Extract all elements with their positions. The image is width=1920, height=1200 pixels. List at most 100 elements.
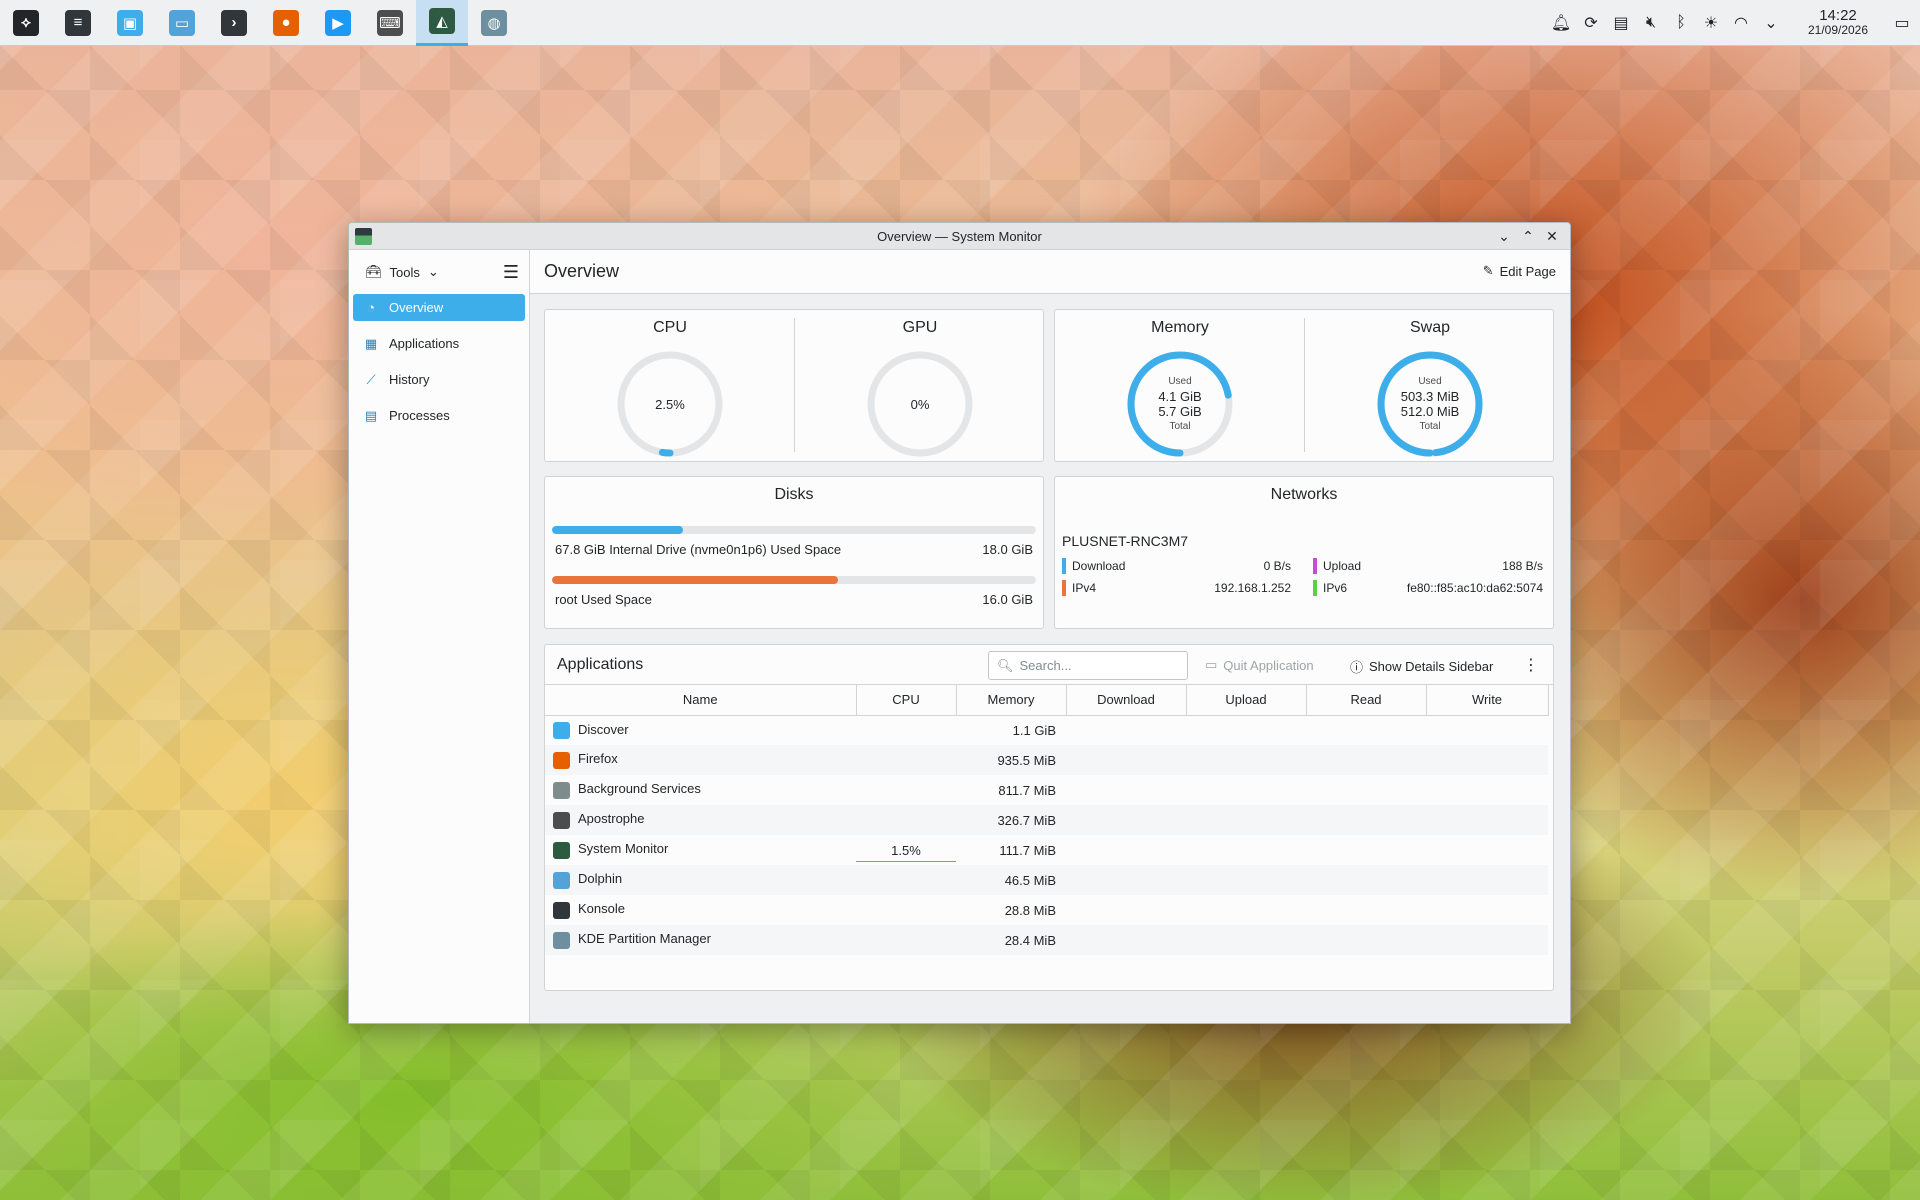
chevron-up-icon[interactable]: ⌄ [1756, 13, 1786, 33]
toolbox-icon: 🧰︎ [365, 264, 382, 279]
taskbar-discover[interactable]: ▣ [104, 0, 156, 46]
column-header-upload[interactable]: Upload [1186, 685, 1307, 716]
volume-muted-icon[interactable]: 🔇︎ [1636, 14, 1666, 32]
pencil-icon: ✎ [1482, 263, 1494, 278]
app-empty-cell [1066, 925, 1186, 955]
app-cpu [856, 865, 956, 895]
sidebar-item-history[interactable]: ⟋ History [353, 366, 525, 393]
app-empty-cell [1186, 865, 1306, 895]
close-button[interactable]: ✕ [1540, 228, 1564, 245]
column-header-download[interactable]: Download [1066, 685, 1187, 716]
wifi-icon[interactable]: ◠ [1726, 13, 1756, 33]
edit-page-button[interactable]: ✎ Edit Page [1483, 263, 1556, 279]
hamburger-menu-icon[interactable]: ☰ [503, 262, 519, 283]
more-options-icon[interactable]: ⋮ [1523, 655, 1539, 675]
notifications-icon[interactable]: 🔔︎ [1546, 13, 1576, 33]
cpu-value: 2.5% [655, 396, 685, 412]
taskbar-firefox[interactable]: ● [260, 0, 312, 46]
app-name: KDE Partition Manager [578, 931, 711, 947]
app-name: System Monitor [578, 841, 669, 857]
maximize-button[interactable]: ⌃ [1516, 228, 1540, 245]
taskbar: ⟡ ≡ ▣ ▭ › ● ▶ ⌨ ◭ ◍ 🔔︎ ⟳ ▤ 🔇︎ ᛒ ☀ ◠ ⌄ 14:22 21/09… [0, 0, 1920, 46]
tools-button[interactable]: 🧰︎ Tools ⌄ [359, 260, 445, 284]
networks-card: Networks PLUSNET-RNC3M7 Download 0 B/s U… [1054, 476, 1554, 629]
app-empty-cell [1186, 715, 1306, 745]
app-name-cell: Discover [545, 715, 856, 745]
app-name: Background Services [578, 781, 701, 797]
app-empty-cell [1306, 775, 1426, 805]
show-details-sidebar-button[interactable]: ⓘ Show Details Sidebar [1350, 657, 1493, 676]
brightness-icon[interactable]: ☀ [1696, 13, 1726, 33]
quit-application-button[interactable]: ▭ Quit Application [1205, 657, 1314, 673]
titlebar[interactable]: Overview — System Monitor ⌄ ⌃ ✕ [349, 223, 1570, 250]
memory-swap-card: Memory Used 4.1 GiB 5.7 GiB Total Swap U… [1054, 309, 1554, 462]
app-empty-cell [1306, 895, 1426, 925]
app-name: Firefox [578, 751, 618, 767]
updates-icon[interactable]: ⟳ [1576, 13, 1606, 33]
table-row[interactable]: Discover 1.1 GiB [545, 715, 1548, 745]
sidebar-item-applications[interactable]: ▦ Applications [353, 330, 525, 357]
show-desktop-icon[interactable]: ▭ [1884, 13, 1920, 33]
firefox-icon: ● [273, 9, 299, 36]
app-empty-cell [1066, 895, 1186, 925]
history-icon: ⟋ [366, 371, 376, 387]
system-monitor-icon[interactable] [355, 228, 372, 245]
app-empty-cell [1426, 865, 1548, 895]
processes-icon: ▤ [364, 407, 378, 423]
table-row[interactable]: Background Services 811.7 MiB [545, 775, 1548, 805]
table-row[interactable]: Dolphin 46.5 MiB [545, 865, 1548, 895]
app-name-cell: Dolphin [545, 865, 856, 895]
show-details-label: Show Details Sidebar [1369, 659, 1494, 674]
gpu-value: 0% [910, 396, 930, 412]
taskbar-launcher[interactable]: ⟡ [0, 0, 52, 46]
column-header-name[interactable]: Name [545, 685, 857, 716]
discover-icon [553, 721, 570, 739]
swap-total-value: 512.0 MiB [1400, 404, 1460, 419]
dolphin-icon: ▭ [169, 9, 195, 36]
search-field[interactable]: 🔍︎ [988, 651, 1188, 680]
column-header-memory[interactable]: Memory [956, 685, 1067, 716]
swap-total-label: Total [1419, 421, 1441, 432]
table-row[interactable]: System Monitor 1.5% 111.7 MiB [545, 835, 1548, 865]
app-empty-cell [1426, 715, 1548, 745]
system-settings-icon: ≡ [65, 9, 91, 36]
disk-value: 18.0 GiB [982, 542, 1033, 557]
table-row[interactable]: Firefox 935.5 MiB [545, 745, 1548, 775]
app-empty-cell [1186, 775, 1306, 805]
minimize-button[interactable]: ⌄ [1492, 228, 1516, 245]
table-row[interactable]: Konsole 28.8 MiB [545, 895, 1548, 925]
app-name: Dolphin [578, 871, 623, 887]
table-row[interactable]: KDE Partition Manager 28.4 MiB [545, 925, 1548, 955]
taskbar-media-player[interactable]: ▶ [312, 0, 364, 46]
taskbar-konsole[interactable]: › [208, 0, 260, 46]
app-empty-cell [1426, 835, 1548, 865]
clipboard-icon[interactable]: ▤ [1606, 13, 1636, 33]
search-input[interactable] [1019, 658, 1180, 673]
sidebar-item-label: History [389, 372, 430, 387]
gpu-title: GPU [902, 319, 938, 336]
apostrophe-icon: ⌨ [377, 9, 403, 36]
taskbar-system-monitor[interactable]: ◭ [416, 0, 468, 46]
page-title: Overview [544, 261, 620, 281]
digital-clock[interactable]: 14:22 21/09/2026 [1792, 8, 1884, 38]
app-memory: 111.7 MiB [999, 842, 1056, 858]
column-header-write[interactable]: Write [1426, 685, 1549, 716]
bluetooth-icon[interactable]: ᛒ [1666, 14, 1696, 32]
column-header-cpu[interactable]: CPU [856, 685, 957, 716]
taskbar-apostrophe[interactable]: ⌨ [364, 0, 416, 46]
app-cpu [856, 925, 956, 955]
app-empty-cell [1426, 895, 1548, 925]
taskbar-partition-manager[interactable]: ◍ [468, 0, 520, 46]
memory-title: Memory [1151, 319, 1209, 336]
taskbar-dolphin[interactable]: ▭ [156, 0, 208, 46]
sidebar-item-processes[interactable]: ▤ Processes [353, 402, 525, 429]
app-name-cell: Konsole [545, 895, 856, 925]
app-empty-cell [1066, 775, 1186, 805]
column-header-read[interactable]: Read [1306, 685, 1427, 716]
app-name-cell: KDE Partition Manager [545, 925, 856, 955]
app-empty-cell [1186, 835, 1306, 865]
taskbar-system-settings[interactable]: ≡ [52, 0, 104, 46]
table-row[interactable]: Apostrophe 326.7 MiB [545, 805, 1548, 835]
sidebar-item-overview[interactable]: ◔ Overview [353, 294, 525, 321]
app-name-cell: Apostrophe [545, 805, 856, 835]
